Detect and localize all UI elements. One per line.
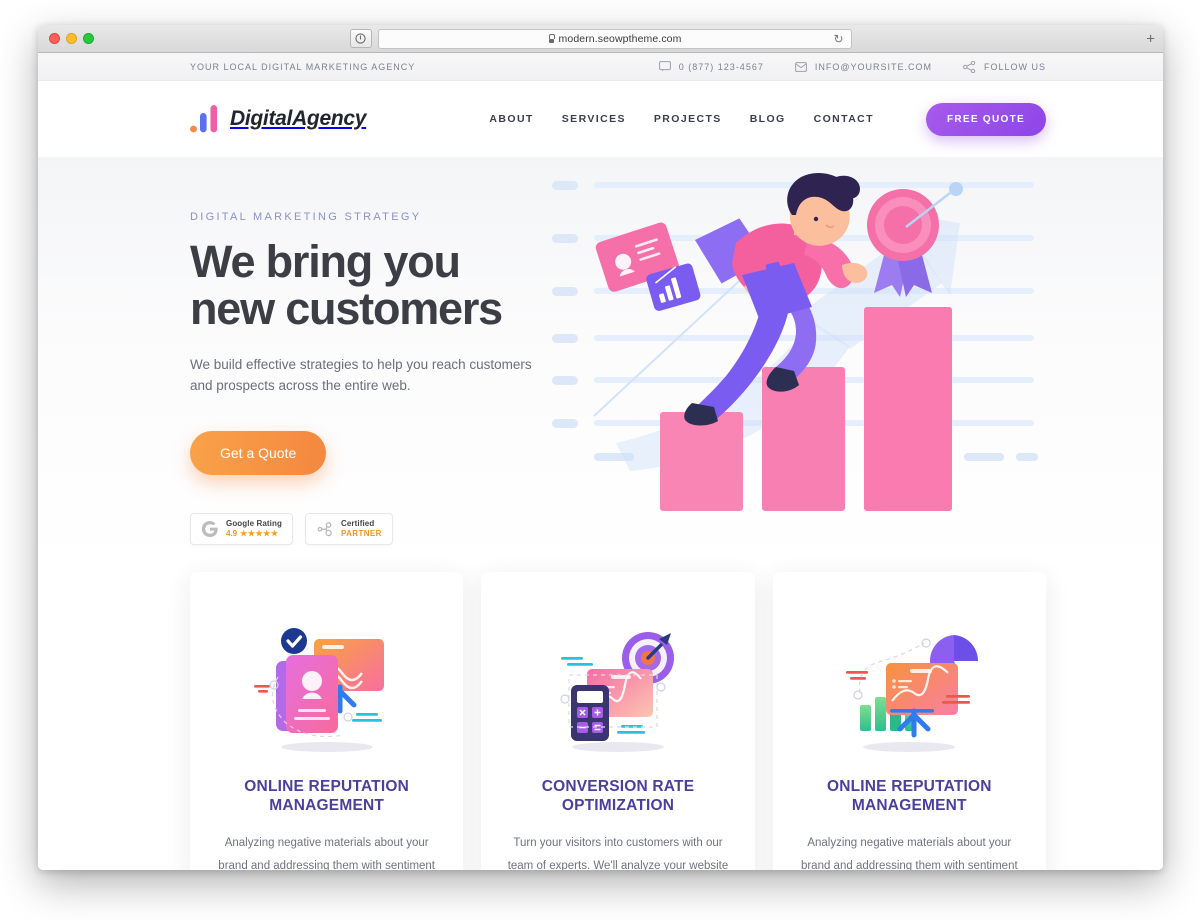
trust-badges: Google Rating 4.9 ★★★★★ Certified PARTNE… [190,513,560,546]
hero-illustration [552,157,1046,572]
google-g-icon [201,521,218,538]
nav-item-blog[interactable]: BLOG [750,113,786,125]
analytics-piechart-board-illustration [797,602,1022,777]
nav-item-projects[interactable]: PROJECTS [654,113,722,125]
hero-title-line2: new customers [190,282,503,334]
logo[interactable]: DigitalAgency [190,105,366,133]
logo-text: DigitalAgency [230,107,367,130]
email-contact[interactable]: INFO@YOURSITE.COM [794,61,932,72]
service-cards: ONLINE REPUTATION MANAGEMENT Analyzing n… [38,572,1163,870]
reputation-profile-cards-illustration [214,602,439,777]
hero-text-block: DIGITAL MARKETING STRATEGY We bring you … [190,157,560,572]
service-card[interactable]: CONVERSION RATE OPTIMIZATION Turn your v… [481,572,755,870]
follow-us-label: FOLLOW US [983,61,1046,72]
url-text: modern.seowptheme.com [558,32,682,45]
hero-subtitle: We build effective strategies to help yo… [190,356,532,394]
card-description: Analyzing negative materials about your … [218,836,436,870]
partner-label: PARTNER [340,529,382,539]
hero-section: DIGITAL MARKETING STRATEGY We bring you … [38,157,1163,572]
nav-item-about[interactable]: ABOUT [489,113,533,125]
card-description: Turn your visitors into customers with o… [507,836,729,870]
google-rating-score: 4.9 [226,529,238,539]
top-info-bar: YOUR LOCAL DIGITAL MARKETING AGENCY 0 (8… [38,53,1163,81]
address-bar[interactable]: modern.seowptheme.com ↻ [377,28,852,49]
card-title: ONLINE REPUTATION MANAGEMENT [244,778,410,815]
free-quote-button[interactable]: FREE QUOTE [925,102,1046,136]
google-rating-label: Google Rating [226,519,282,529]
hubspot-icon [317,522,332,537]
email-address: INFO@YOURSITE.COM [814,61,932,72]
logo-bars-icon [190,105,222,133]
nav-item-contact[interactable]: CONTACT [814,113,874,125]
certified-label: Certified [340,519,375,529]
phone-number: 0 (877) 123-4567 [678,61,764,72]
envelope-icon [794,61,807,72]
lock-icon [548,34,555,43]
card-title: CONVERSION RATE OPTIMIZATION [541,778,695,815]
certified-partner-badge[interactable]: Certified PARTNER [304,513,393,546]
conversion-target-calculator-illustration [505,602,730,777]
nav-item-services[interactable]: SERVICES [562,113,626,125]
follow-us-link[interactable]: FOLLOW US [962,60,1046,73]
site-tagline: YOUR LOCAL DIGITAL MARKETING AGENCY [190,61,416,72]
card-description: Analyzing negative materials about your … [800,836,1018,870]
google-rating-badge[interactable]: Google Rating 4.9 ★★★★★ [190,513,293,546]
service-card[interactable]: ONLINE REPUTATION MANAGEMENT Analyzing n… [772,572,1046,870]
rating-stars-icon: ★★★★★ [240,529,279,539]
hero-title: We bring you new customers [190,236,560,334]
shield-icon[interactable] [349,29,372,48]
get-a-quote-button[interactable]: Get a Quote [190,431,327,476]
hero-title-line1: We bring you [190,236,461,287]
chat-icon [658,61,671,72]
new-tab-icon[interactable]: + [1146,31,1155,46]
service-card[interactable]: ONLINE REPUTATION MANAGEMENT Analyzing n… [190,572,464,870]
page-content: YOUR LOCAL DIGITAL MARKETING AGENCY 0 (8… [38,53,1163,870]
browser-chrome-bar: modern.seowptheme.com ↻ + [38,25,1163,53]
card-title: ONLINE REPUTATION MANAGEMENT [826,778,992,815]
share-icon [962,60,976,73]
site-header: DigitalAgency ABOUT SERVICES PROJECTS BL… [38,81,1163,157]
reload-icon[interactable]: ↻ [833,33,843,45]
browser-window: modern.seowptheme.com ↻ + YOUR LOCAL DIG… [38,25,1163,870]
hero-eyebrow: DIGITAL MARKETING STRATEGY [190,211,422,223]
phone-contact[interactable]: 0 (877) 123-4567 [658,61,764,72]
main-nav: ABOUT SERVICES PROJECTS BLOG CONTACT FRE… [489,102,1046,136]
